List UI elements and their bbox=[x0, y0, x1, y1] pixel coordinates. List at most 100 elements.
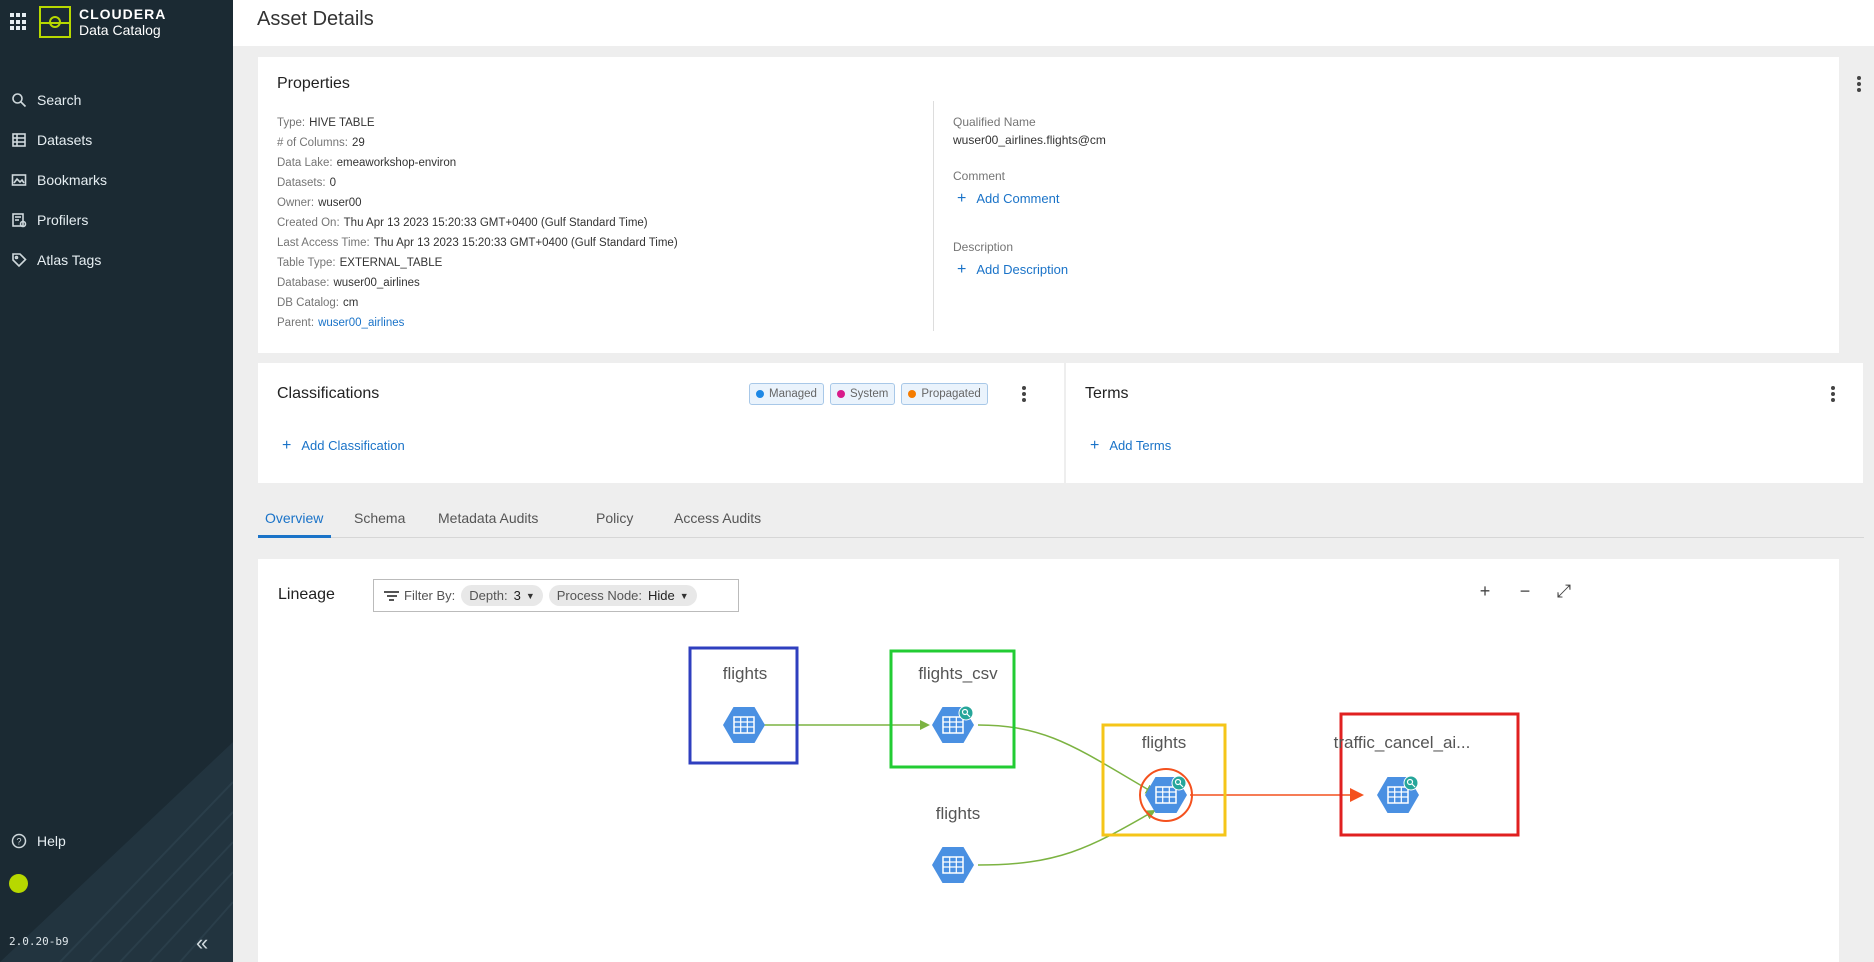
lineage-node-n5[interactable] bbox=[1377, 775, 1419, 813]
parent-link[interactable]: wuser00_airlines bbox=[318, 317, 404, 329]
qualified-name-label: Qualified Name bbox=[953, 115, 1036, 129]
tab-policy[interactable]: Policy bbox=[596, 510, 633, 526]
user-avatar[interactable] bbox=[9, 874, 28, 893]
lineage-edge-n3-n4 bbox=[977, 810, 1156, 866]
datasets-icon bbox=[12, 133, 26, 147]
node-label: flights_csv bbox=[918, 664, 998, 683]
nav-item-search[interactable]: Search bbox=[0, 80, 233, 120]
help-link[interactable]: ? Help bbox=[11, 833, 66, 849]
nav-item-label: Datasets bbox=[37, 132, 93, 148]
nav-item-label: Profilers bbox=[37, 212, 89, 228]
zoom-in-button[interactable]: + bbox=[1475, 581, 1495, 602]
process-node-select[interactable]: Process Node: Hide ▼ bbox=[548, 585, 697, 606]
search-icon bbox=[12, 93, 27, 108]
asset-tabs: Overview Schema Metadata Audits Policy A… bbox=[258, 502, 1864, 538]
collapse-sidebar-icon[interactable]: « bbox=[196, 930, 208, 956]
terms-menu-icon[interactable] bbox=[1831, 386, 1835, 404]
sidebar-decoration bbox=[0, 742, 233, 962]
nav-item-bookmarks[interactable]: Bookmarks bbox=[0, 160, 233, 200]
profilers-icon bbox=[12, 213, 27, 228]
nav-item-profilers[interactable]: Profilers bbox=[0, 200, 233, 240]
main-content: Asset Details Properties Type: HIVE TABLE… bbox=[233, 0, 1874, 962]
properties-title: Properties bbox=[277, 75, 350, 92]
legend-propagated: Propagated bbox=[901, 383, 988, 405]
sidebar-nav: Search Datasets Bookmarks Profilers Atla… bbox=[0, 80, 233, 280]
plus-icon: + bbox=[957, 260, 967, 278]
properties-menu-icon[interactable] bbox=[1857, 76, 1861, 94]
property-row: Table Type: EXTERNAL_TABLE bbox=[277, 257, 443, 269]
lineage-node-n4-current[interactable] bbox=[1139, 768, 1193, 822]
property-row: # of Columns: 29 bbox=[277, 137, 365, 149]
chevron-down-icon: ▼ bbox=[525, 590, 535, 601]
lineage-title: Lineage bbox=[278, 586, 335, 603]
classifications-title: Classifications bbox=[277, 385, 380, 402]
terms-card: Terms + Add Terms bbox=[1066, 363, 1863, 483]
property-row: DB Catalog: cm bbox=[277, 297, 359, 309]
property-row: Owner: wuser00 bbox=[277, 197, 362, 209]
sidebar: CLOUDERA Data Catalog Search Datasets Bo… bbox=[0, 0, 233, 962]
lineage-node-n3[interactable] bbox=[932, 847, 974, 883]
node-label: flights bbox=[723, 664, 767, 683]
lineage-node-n1[interactable] bbox=[723, 707, 765, 743]
version-label: 2.0.20-b9 bbox=[9, 935, 69, 948]
brand-product: Data Catalog bbox=[79, 22, 161, 38]
property-row: Created On: Thu Apr 13 2023 15:20:33 GMT+… bbox=[277, 217, 648, 229]
comment-label: Comment bbox=[953, 169, 1006, 183]
filter-label: Filter By: bbox=[404, 588, 456, 603]
plus-icon: + bbox=[1090, 436, 1100, 454]
tab-metadata-audits[interactable]: Metadata Audits bbox=[438, 510, 538, 526]
depth-select[interactable]: Depth: 3 ▼ bbox=[461, 585, 543, 606]
tab-overview[interactable]: Overview bbox=[265, 510, 323, 526]
filter-icon bbox=[384, 589, 399, 603]
legend-system: System bbox=[829, 383, 896, 405]
profiled-badge-icon bbox=[958, 705, 974, 721]
property-row: Type: HIVE TABLE bbox=[277, 117, 375, 129]
add-comment-button[interactable]: + Add Comment bbox=[957, 189, 1106, 207]
brand-name: CLOUDERA bbox=[79, 6, 167, 22]
add-description-button[interactable]: + Add Description bbox=[957, 260, 1106, 278]
profiled-badge-icon bbox=[1171, 775, 1187, 791]
help-label: Help bbox=[37, 833, 66, 849]
plus-icon: + bbox=[282, 436, 292, 454]
table-icon bbox=[723, 707, 765, 743]
nav-item-atlas-tags[interactable]: Atlas Tags bbox=[0, 240, 233, 280]
profiled-badge-icon bbox=[1403, 775, 1419, 791]
nav-item-label: Search bbox=[37, 92, 82, 108]
properties-right-column: Qualified Name wuser00_airlines.flights@… bbox=[953, 115, 1106, 277]
plus-icon: + bbox=[957, 189, 967, 207]
property-row: Database: wuser00_airlines bbox=[277, 277, 420, 289]
help-icon: ? bbox=[11, 833, 27, 849]
svg-text:?: ? bbox=[16, 837, 21, 847]
table-icon bbox=[932, 847, 974, 883]
chevron-down-icon: ▼ bbox=[679, 590, 689, 601]
properties-divider bbox=[933, 101, 934, 331]
properties-card: Properties Type: HIVE TABLE # of Columns:… bbox=[258, 57, 1861, 353]
nav-item-label: Bookmarks bbox=[37, 172, 108, 188]
node-label: flights bbox=[936, 804, 980, 823]
tab-access-audits[interactable]: Access Audits bbox=[674, 510, 761, 526]
add-classification-button[interactable]: + Add Classification bbox=[282, 436, 405, 454]
tab-schema[interactable]: Schema bbox=[354, 510, 405, 526]
apps-grid-icon[interactable] bbox=[10, 13, 28, 31]
classifications-card: Classifications Managed System Propagate… bbox=[258, 363, 1064, 483]
add-terms-button[interactable]: + Add Terms bbox=[1090, 436, 1171, 454]
lineage-node-n2[interactable] bbox=[932, 705, 974, 743]
tag-icon bbox=[12, 253, 27, 268]
zoom-out-button[interactable]: − bbox=[1515, 581, 1535, 602]
nav-item-datasets[interactable]: Datasets bbox=[0, 120, 233, 160]
property-row: Parent: wuser00_airlines bbox=[277, 317, 405, 329]
cloudera-logo[interactable] bbox=[39, 6, 71, 38]
node-label: traffic_cancel_ai... bbox=[1334, 733, 1471, 752]
fullscreen-button[interactable]: ⤢ bbox=[1554, 581, 1574, 602]
active-tab-indicator bbox=[258, 535, 331, 538]
lineage-card: flights flights_csv flights flights traf… bbox=[258, 559, 1839, 962]
classifications-menu-icon[interactable] bbox=[1022, 386, 1026, 404]
brand: CLOUDERA Data Catalog bbox=[10, 4, 166, 40]
lineage-graph: flights flights_csv flights flights traf… bbox=[688, 646, 1520, 883]
property-row: Last Access Time: Thu Apr 13 2023 15:20:3… bbox=[277, 237, 678, 249]
description-label: Description bbox=[953, 240, 1014, 254]
lineage-filter-bar: Filter By: Depth: 3 ▼ Process Node: Hide… bbox=[373, 579, 739, 612]
page-header: Asset Details bbox=[233, 0, 1874, 46]
property-row: Data Lake: emeaworkshop-environ bbox=[277, 157, 457, 169]
page-title: Asset Details bbox=[257, 8, 374, 30]
